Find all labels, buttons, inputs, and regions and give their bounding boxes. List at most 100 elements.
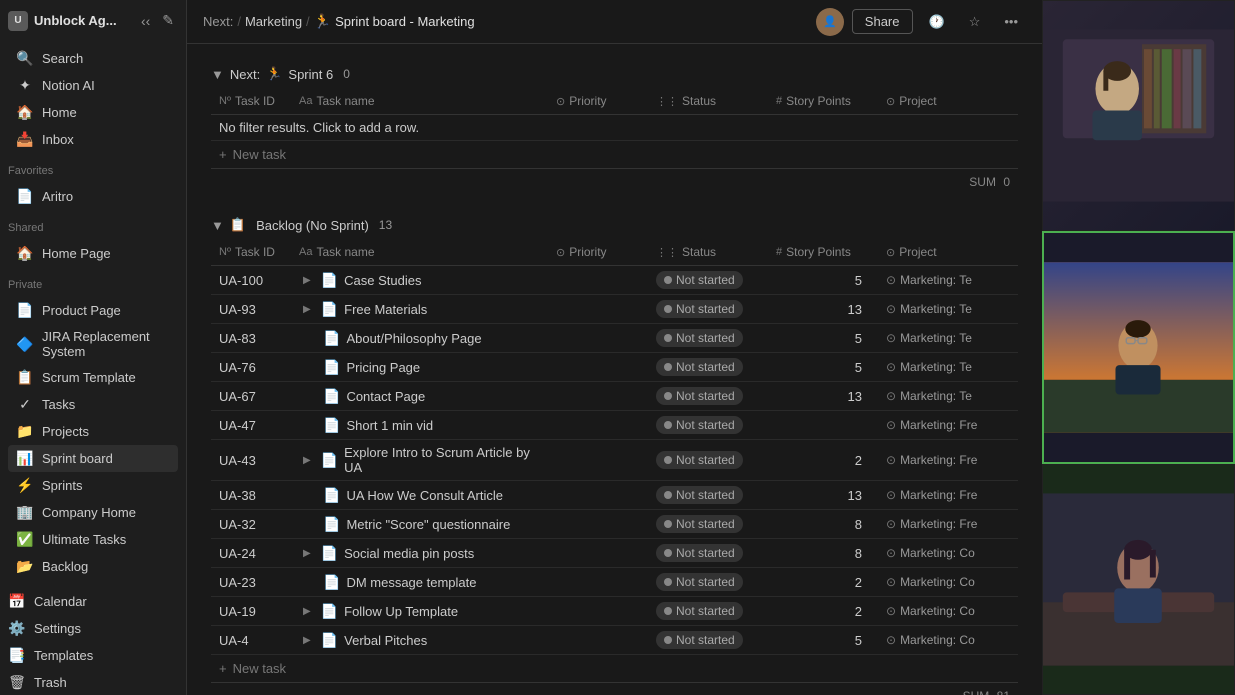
table-row[interactable]: UA-83 📄 About/Philosophy Page Not starte… [211,324,1018,353]
table-row[interactable]: UA-43 ▶ 📄 Explore Intro to Scrum Article… [211,440,1018,481]
table-row[interactable]: UA-76 📄 Pricing Page Not started 5 ⊙Mark… [211,353,1018,382]
task-status-cell[interactable]: Not started [648,481,768,510]
table-row[interactable]: UA-19 ▶ 📄 Follow Up Template Not started… [211,597,1018,626]
sidebar-item-trash[interactable]: 🗑 Trash [0,669,186,695]
task-project-cell[interactable]: ⊙Marketing: Co [878,539,1018,568]
task-priority-cell[interactable] [548,481,648,510]
backlog-new-task[interactable]: + New task [211,655,1018,682]
task-priority-cell[interactable] [548,510,648,539]
expand-button[interactable]: ▶ [299,453,315,468]
history-button[interactable]: 🕐 [921,10,953,34]
task-points-cell[interactable]: 5 [768,266,878,295]
more-options-button[interactable]: ••• [996,10,1026,33]
task-project-cell[interactable]: ⊙Marketing: Te [878,324,1018,353]
task-priority-cell[interactable] [548,382,648,411]
task-name-cell[interactable]: 📄 About/Philosophy Page [291,324,548,353]
task-status-cell[interactable]: Not started [648,266,768,295]
task-name-cell[interactable]: ▶ 📄 Social media pin posts [291,539,548,568]
task-project-cell[interactable]: ⊙Marketing: Co [878,568,1018,597]
sidebar-item-aritro[interactable]: 📄 Aritro [8,183,178,210]
table-row[interactable]: UA-23 📄 DM message template Not started … [211,568,1018,597]
task-points-cell[interactable]: 13 [768,382,878,411]
task-status-cell[interactable]: Not started [648,626,768,655]
task-project-cell[interactable]: ⊙Marketing: Fre [878,510,1018,539]
table-row[interactable]: UA-100 ▶ 📄 Case Studies Not started 5 ⊙M… [211,266,1018,295]
task-name-cell[interactable]: 📄 Short 1 min vid [291,411,548,440]
task-points-cell[interactable]: 13 [768,481,878,510]
task-status-cell[interactable]: Not started [648,510,768,539]
task-status-cell[interactable]: Not started [648,353,768,382]
task-name-cell[interactable]: 📄 Pricing Page [291,353,548,382]
sidebar-item-sprints[interactable]: ⚡ Sprints [8,472,178,499]
sidebar-item-product-page[interactable]: 📄 Product Page [8,297,178,324]
task-name-cell[interactable]: ▶ 📄 Free Materials [291,295,548,324]
collapse-sidebar-button[interactable]: ‹‹ [137,8,154,33]
expand-button[interactable]: ▶ [299,273,315,288]
task-project-cell[interactable]: ⊙Marketing: Te [878,382,1018,411]
sprint-next-toggle[interactable]: ▼ [211,67,224,82]
task-points-cell[interactable]: 8 [768,510,878,539]
favorite-button[interactable]: ☆ [961,10,989,34]
sidebar-item-company-home[interactable]: 🏢 Company Home [8,499,178,526]
sidebar-item-home-page[interactable]: 🏠 Home Page [8,240,178,267]
sidebar-item-home[interactable]: 🏠 Home [8,99,178,126]
sidebar-item-settings[interactable]: ⚙️ Settings [0,615,186,642]
sidebar-item-templates[interactable]: 📑 Templates [0,642,186,669]
task-priority-cell[interactable] [548,539,648,568]
task-project-cell[interactable]: ⊙Marketing: Co [878,597,1018,626]
sidebar-item-sprint-board[interactable]: 📊 Sprint board [8,445,178,472]
backlog-label[interactable]: Backlog (No Sprint) [256,218,369,233]
task-name-cell[interactable]: 📄 UA How We Consult Article [291,481,548,510]
sidebar-item-projects[interactable]: 📁 Projects [8,418,178,445]
task-points-cell[interactable]: 5 [768,353,878,382]
breadcrumb-home-page[interactable]: Next: [203,14,233,29]
task-points-cell[interactable] [768,411,878,440]
task-points-cell[interactable]: 5 [768,626,878,655]
table-row[interactable]: UA-4 ▶ 📄 Verbal Pitches Not started 5 ⊙M… [211,626,1018,655]
task-project-cell[interactable]: ⊙Marketing: Te [878,266,1018,295]
sidebar-item-notion-ai[interactable]: ✦ Notion AI [8,72,178,99]
table-row[interactable]: UA-47 📄 Short 1 min vid Not started ⊙Mar… [211,411,1018,440]
task-name-cell[interactable]: 📄 Contact Page [291,382,548,411]
sidebar-item-backlog[interactable]: 📂 Backlog [8,553,178,580]
task-priority-cell[interactable] [548,295,648,324]
breadcrumb-marketing[interactable]: Marketing [245,14,302,29]
task-project-cell[interactable]: ⊙Marketing: Co [878,626,1018,655]
table-row[interactable]: UA-38 📄 UA How We Consult Article Not st… [211,481,1018,510]
task-name-cell[interactable]: ▶ 📄 Follow Up Template [291,597,548,626]
workspace-name[interactable]: U Unblock Ag... [8,11,117,31]
sidebar-item-ultimate-tasks[interactable]: ✅ Ultimate Tasks [8,526,178,553]
task-priority-cell[interactable] [548,626,648,655]
task-project-cell[interactable]: ⊙Marketing: Fre [878,481,1018,510]
table-row[interactable]: UA-93 ▶ 📄 Free Materials Not started 13 … [211,295,1018,324]
task-status-cell[interactable]: Not started [648,440,768,481]
sprint-next-new-task[interactable]: + New task [211,141,1018,168]
task-status-cell[interactable]: Not started [648,382,768,411]
sidebar-item-jira[interactable]: 🔷 JIRA Replacement System [8,324,178,364]
task-status-cell[interactable]: Not started [648,597,768,626]
sidebar-item-inbox[interactable]: 📥 Inbox [8,126,178,153]
breadcrumb-sprint-board[interactable]: Sprint board - Marketing [335,14,474,29]
task-points-cell[interactable]: 2 [768,440,878,481]
task-status-cell[interactable]: Not started [648,324,768,353]
task-points-cell[interactable]: 5 [768,324,878,353]
task-priority-cell[interactable] [548,324,648,353]
task-priority-cell[interactable] [548,568,648,597]
task-status-cell[interactable]: Not started [648,295,768,324]
task-priority-cell[interactable] [548,411,648,440]
sidebar-item-scrum[interactable]: 📋 Scrum Template [8,364,178,391]
sidebar-item-tasks[interactable]: ✓ Tasks [8,391,178,418]
sidebar-item-search[interactable]: 🔍 Search [8,45,178,72]
task-project-cell[interactable]: ⊙Marketing: Fre [878,440,1018,481]
task-name-cell[interactable]: ▶ 📄 Explore Intro to Scrum Article by UA [291,440,548,481]
task-status-cell[interactable]: Not started [648,539,768,568]
task-project-cell[interactable]: ⊙Marketing: Fre [878,411,1018,440]
task-name-cell[interactable]: 📄 DM message template [291,568,548,597]
task-project-cell[interactable]: ⊙Marketing: Te [878,353,1018,382]
backlog-toggle[interactable]: ▼ [211,218,224,233]
task-points-cell[interactable]: 13 [768,295,878,324]
task-name-cell[interactable]: 📄 Metric "Score" questionnaire [291,510,548,539]
task-status-cell[interactable]: Not started [648,568,768,597]
no-filter-text[interactable]: No filter results. Click to add a row. [211,115,1018,141]
table-row[interactable]: UA-67 📄 Contact Page Not started 13 ⊙Mar… [211,382,1018,411]
